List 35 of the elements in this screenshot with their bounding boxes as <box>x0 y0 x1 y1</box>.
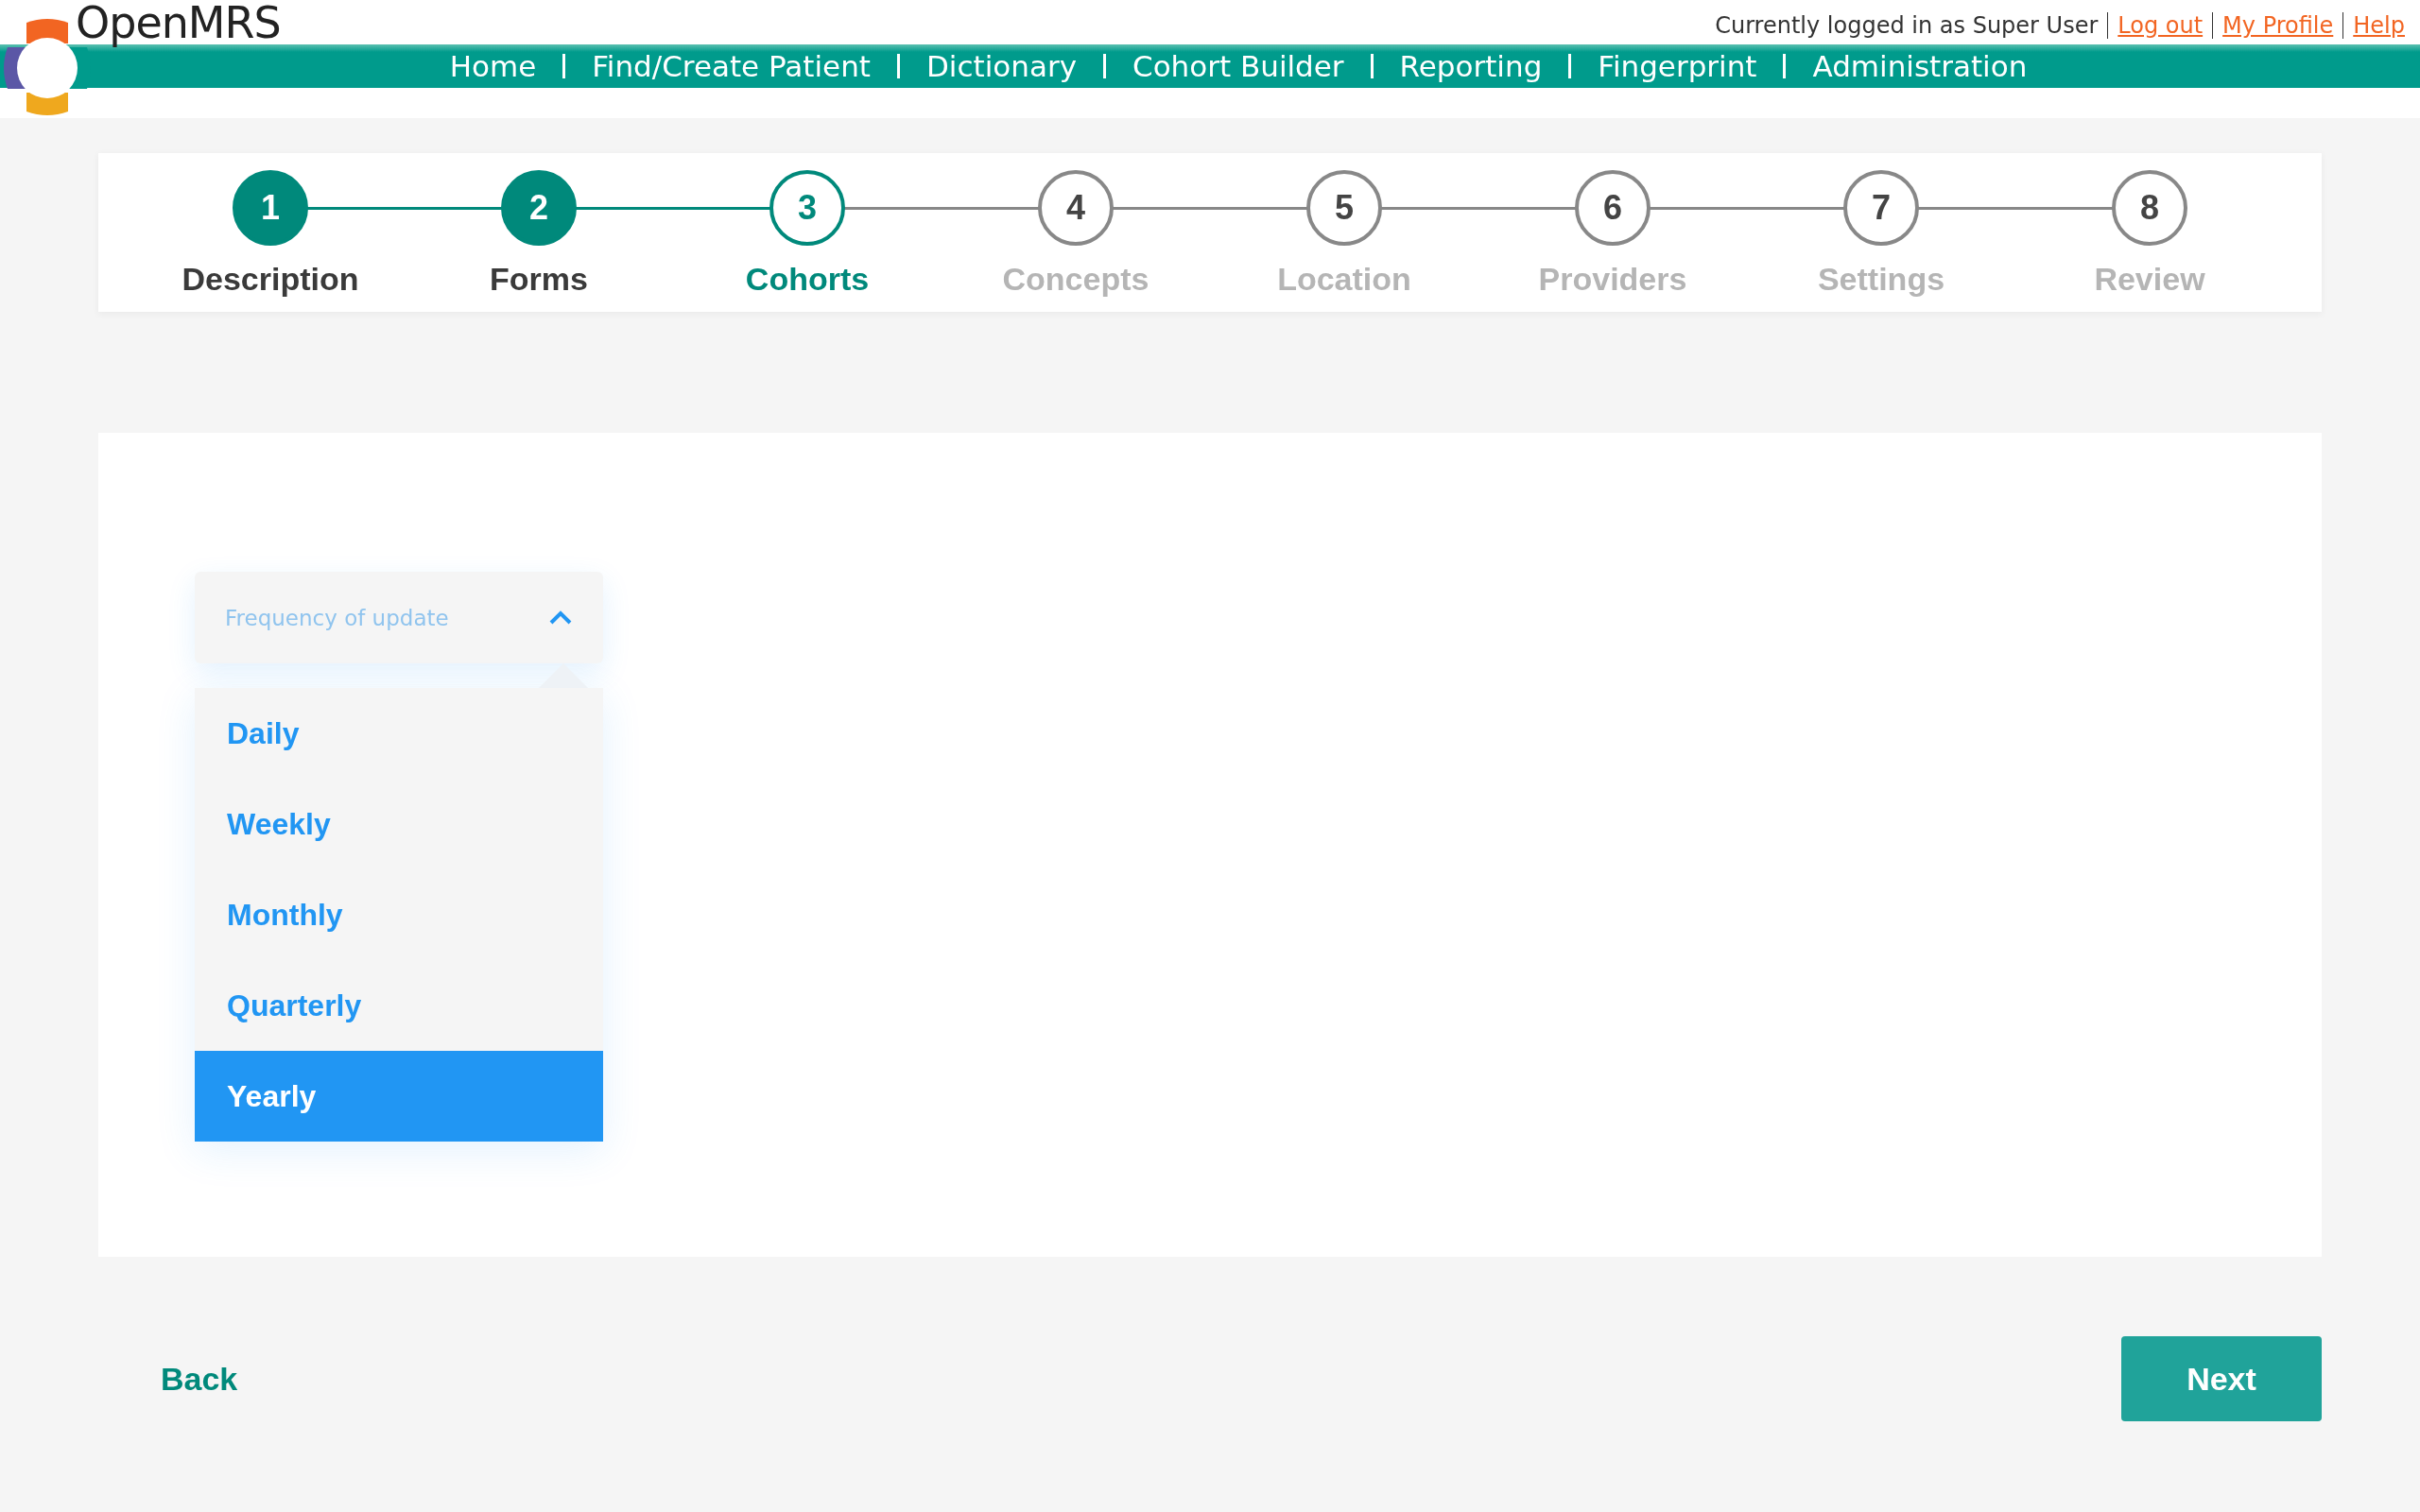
step-label: Cohorts <box>745 261 870 298</box>
dropdown-option[interactable]: Weekly <box>195 779 603 869</box>
dropdown-option[interactable]: Monthly <box>195 869 603 960</box>
frequency-dropdown[interactable]: Frequency of update <box>195 572 603 663</box>
step-number: 4 <box>1038 170 1114 246</box>
nav-link[interactable]: Cohort Builder <box>1132 49 1344 83</box>
nav-link[interactable]: Administration <box>1812 49 2028 83</box>
nav-link[interactable]: Home <box>449 49 537 83</box>
step-label: Settings <box>1817 261 1945 298</box>
header-link[interactable]: Log out <box>2118 12 2204 39</box>
step-number: 8 <box>2112 170 2187 246</box>
dropdown-option[interactable]: Quarterly <box>195 960 603 1051</box>
step-number: 6 <box>1575 170 1651 246</box>
step-label: Forms <box>490 261 588 298</box>
dropdown-option[interactable]: Yearly <box>195 1051 603 1142</box>
step-number: 2 <box>501 170 577 246</box>
step-number: 1 <box>233 170 308 246</box>
next-button[interactable]: Next <box>2121 1336 2322 1421</box>
nav-link[interactable]: Dictionary <box>926 49 1077 83</box>
header-link[interactable]: My Profile <box>2222 12 2334 39</box>
back-link[interactable]: Back <box>161 1360 238 1398</box>
step-number: 5 <box>1306 170 1382 246</box>
dropdown-option[interactable]: Daily <box>195 688 603 779</box>
step-label: Review <box>2094 261 2205 298</box>
login-status: Currently logged in as Super User <box>1715 12 2099 39</box>
step-label: Location <box>1277 261 1411 298</box>
step-label: Concepts <box>1002 261 1150 298</box>
step-number: 7 <box>1843 170 1919 246</box>
nav-link[interactable]: Find/Create Patient <box>592 49 871 83</box>
step-label: Providers <box>1538 261 1687 298</box>
nav-link[interactable]: Reporting <box>1399 49 1543 83</box>
nav-link[interactable]: Fingerprint <box>1598 49 1757 83</box>
step-number: 3 <box>769 170 845 246</box>
step-label: Description <box>182 261 359 298</box>
header-link[interactable]: Help <box>2353 12 2405 39</box>
